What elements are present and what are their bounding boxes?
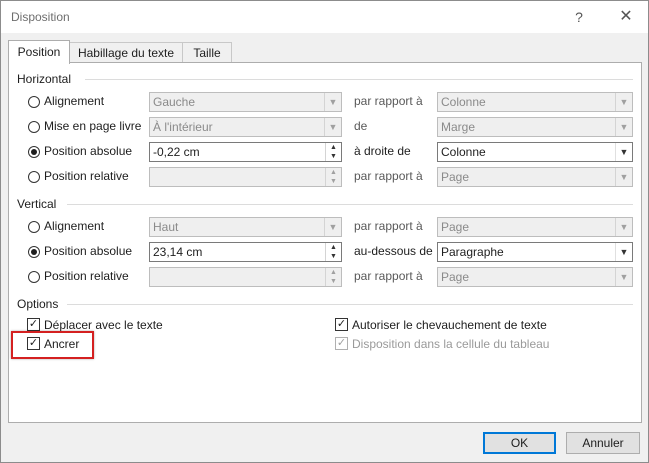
h-relative-position-relation: par rapport à: [354, 169, 423, 183]
ok-button[interactable]: OK: [483, 432, 556, 454]
chevron-down-icon: ▼: [615, 93, 632, 111]
h-absolute-position-target-select[interactable]: Colonne ▼: [437, 142, 633, 162]
v-absolute-position-value: 23,14 cm: [153, 245, 203, 259]
h-absolute-position-target: Colonne: [441, 145, 486, 159]
v-relative-position-target: Page: [441, 270, 470, 284]
chevron-down-icon: ▼: [615, 143, 632, 161]
options-section-title: Options: [17, 297, 59, 311]
radio-v-alignment[interactable]: [28, 221, 40, 233]
move-with-text-checkbox[interactable]: ✓: [27, 318, 40, 331]
h-book-layout-label: Mise en page livre: [44, 119, 142, 133]
v-relative-position-relation: par rapport à: [354, 269, 423, 283]
chevron-down-icon: ▼: [615, 243, 632, 261]
chevron-down-icon: ▼: [615, 268, 632, 286]
vertical-divider: [67, 204, 633, 205]
allow-overlap-label: Autoriser le chevauchement de texte: [352, 318, 547, 332]
h-book-layout-relation: de: [354, 119, 368, 133]
v-alignment-select: Haut ▼: [149, 217, 342, 237]
h-relative-position-target-select: Page ▼: [437, 167, 633, 187]
chevron-down-icon: ▼: [615, 218, 632, 236]
layout-in-cell-label: Disposition dans la cellule du tableau: [352, 337, 550, 351]
h-alignment-target-select: Colonne ▼: [437, 92, 633, 112]
options-divider: [67, 304, 633, 305]
chevron-down-icon: ▼: [324, 118, 341, 136]
spin-down-icon: ▼: [330, 278, 337, 285]
tab-size[interactable]: Taille: [182, 42, 232, 63]
h-alignment-label: Alignement: [44, 94, 105, 108]
h-book-layout-target-select: Marge ▼: [437, 117, 633, 137]
v-relative-position-target-select: Page ▼: [437, 267, 633, 287]
window-title: Disposition: [11, 10, 70, 24]
help-icon[interactable]: ?: [566, 5, 592, 29]
v-absolute-position-input[interactable]: 23,14 cm ▲ ▼: [149, 242, 342, 262]
v-absolute-position-target-select[interactable]: Paragraphe ▼: [437, 242, 633, 262]
radio-v-relative-position[interactable]: [28, 271, 40, 283]
radio-h-book-layout[interactable]: [28, 121, 40, 133]
chevron-down-icon: ▼: [324, 218, 341, 236]
spin-up-icon[interactable]: ▲: [326, 243, 341, 252]
v-relative-position-label: Position relative: [44, 269, 129, 283]
radio-v-absolute-position[interactable]: [28, 246, 40, 258]
allow-overlap-checkbox[interactable]: ✓: [335, 318, 348, 331]
h-absolute-position-label: Position absolue: [44, 144, 133, 158]
chevron-down-icon: ▼: [615, 168, 632, 186]
h-relative-position-label: Position relative: [44, 169, 129, 183]
spin-up-icon[interactable]: ▲: [326, 143, 341, 152]
v-alignment-target: Page: [441, 220, 470, 234]
anchor-highlight-box: [11, 331, 94, 359]
radio-h-alignment[interactable]: [28, 96, 40, 108]
cancel-button[interactable]: Annuler: [566, 432, 640, 454]
h-absolute-position-input[interactable]: -0,22 cm ▲ ▼: [149, 142, 342, 162]
v-alignment-target-select: Page ▼: [437, 217, 633, 237]
radio-h-absolute-position[interactable]: [28, 146, 40, 158]
chevron-down-icon: ▼: [615, 118, 632, 136]
spin-down-icon[interactable]: ▼: [326, 252, 341, 261]
h-book-layout-select: À l'intérieur ▼: [149, 117, 342, 137]
h-book-layout-target: Marge: [441, 120, 476, 134]
h-relative-position-target: Page: [441, 170, 470, 184]
h-alignment-select: Gauche ▼: [149, 92, 342, 112]
radio-h-relative-position[interactable]: [28, 171, 40, 183]
h-relative-position-input: ▲ ▼: [149, 167, 342, 187]
v-absolute-position-label: Position absolue: [44, 244, 133, 258]
v-alignment-value: Haut: [153, 220, 179, 234]
v-absolute-position-target: Paragraphe: [441, 245, 504, 259]
layout-in-cell-checkbox: ✓: [335, 337, 348, 350]
h-absolute-position-value: -0,22 cm: [153, 145, 200, 159]
v-relative-position-input: ▲ ▼: [149, 267, 342, 287]
chevron-down-icon: ▼: [324, 93, 341, 111]
disposition-dialog: Disposition ? ✕ Position Habillage du te…: [0, 0, 649, 463]
spin-up-icon: ▲: [330, 269, 337, 276]
spin-down-icon: ▼: [330, 178, 337, 185]
horizontal-divider: [85, 79, 633, 80]
spin-up-icon: ▲: [330, 169, 337, 176]
horizontal-section-title: Horizontal: [17, 72, 72, 86]
h-absolute-position-relation: à droite de: [354, 144, 411, 158]
v-alignment-label: Alignement: [44, 219, 105, 233]
h-alignment-relation: par rapport à: [354, 94, 423, 108]
spin-down-icon[interactable]: ▼: [326, 152, 341, 161]
h-alignment-value: Gauche: [153, 95, 196, 109]
tab-position[interactable]: Position: [8, 40, 70, 64]
tab-text-wrapping[interactable]: Habillage du texte: [68, 42, 184, 63]
h-book-layout-value: À l'intérieur: [153, 120, 213, 134]
move-with-text-label: Déplacer avec le texte: [44, 318, 163, 332]
vertical-section-title: Vertical: [17, 197, 57, 211]
title-bar: Disposition ? ✕: [1, 1, 648, 33]
position-panel: Horizontal Alignement Gauche ▼ par rappo…: [8, 62, 642, 423]
close-icon[interactable]: ✕: [613, 5, 639, 29]
v-alignment-relation: par rapport à: [354, 219, 423, 233]
h-alignment-target: Colonne: [441, 95, 486, 109]
v-absolute-position-relation: au-dessous de: [354, 244, 433, 258]
